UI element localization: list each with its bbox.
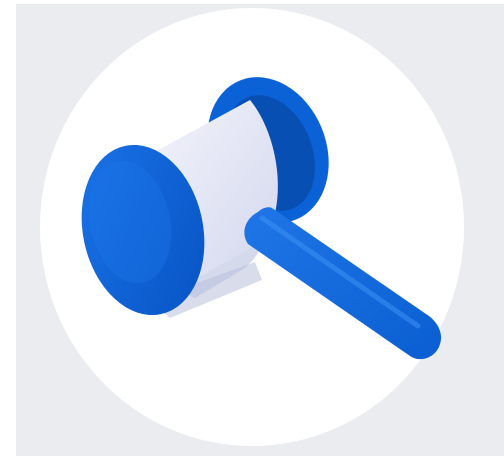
gavel-icon <box>81 77 442 360</box>
gavel-handle <box>244 207 442 360</box>
gavel-handle-highlight <box>259 215 421 329</box>
